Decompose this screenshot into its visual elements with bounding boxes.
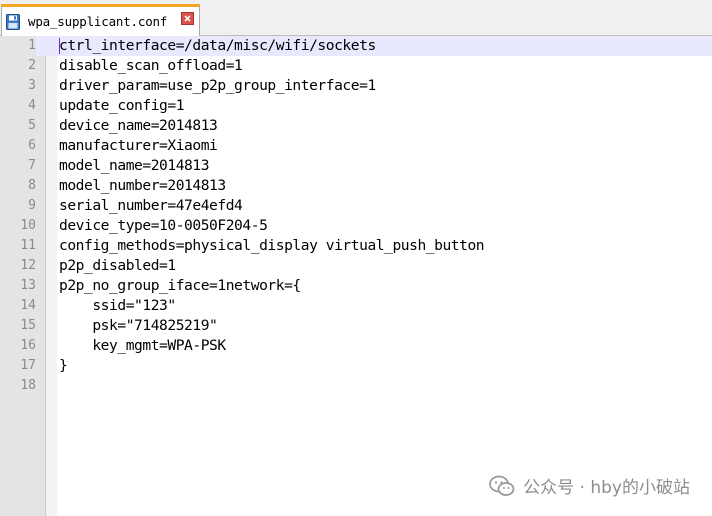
code-line[interactable]: 12 p2p_disabled=1 bbox=[0, 256, 712, 276]
code-line[interactable]: 18 bbox=[0, 376, 712, 396]
line-number: 7 bbox=[28, 158, 36, 173]
line-number: 4 bbox=[28, 98, 36, 113]
code-line[interactable]: 4 update_config=1 bbox=[0, 96, 712, 116]
line-text[interactable]: manufacturer=Xiaomi bbox=[59, 136, 218, 156]
tab-filename: wpa_supplicant.conf bbox=[28, 14, 168, 29]
line-text[interactable]: model_number=2014813 bbox=[59, 176, 226, 196]
text-caret bbox=[59, 38, 60, 54]
code-line[interactable]: 1 ctrl_interface=/data/misc/wifi/sockets bbox=[0, 36, 712, 56]
code-line[interactable]: 5 device_name=2014813 bbox=[0, 116, 712, 136]
code-line[interactable]: 11 config_methods=physical_display virtu… bbox=[0, 236, 712, 256]
save-file-icon bbox=[6, 13, 20, 30]
line-text[interactable]: key_mgmt=WPA-PSK bbox=[59, 336, 226, 356]
line-number: 8 bbox=[28, 178, 36, 193]
line-text[interactable]: ctrl_interface=/data/misc/wifi/sockets bbox=[59, 36, 376, 56]
code-line[interactable]: 13 p2p_no_group_iface=1network={ bbox=[0, 276, 712, 296]
code-line[interactable]: 10 device_type=10-0050F204-5 bbox=[0, 216, 712, 236]
line-text[interactable]: model_name=2014813 bbox=[59, 156, 210, 176]
code-line[interactable]: 17 } bbox=[0, 356, 712, 376]
watermark-text: 公众号 · hby的小破站 bbox=[523, 478, 690, 498]
code-line[interactable]: 7 model_name=2014813 bbox=[0, 156, 712, 176]
line-number: 18 bbox=[20, 378, 36, 393]
tab-wpa-supplicant-conf[interactable]: wpa_supplicant.conf bbox=[1, 4, 200, 36]
line-text[interactable]: config_methods=physical_display virtual_… bbox=[59, 236, 485, 256]
code-line[interactable]: 8 model_number=2014813 bbox=[0, 176, 712, 196]
line-text[interactable]: driver_param=use_p2p_group_interface=1 bbox=[59, 76, 376, 96]
line-number: 2 bbox=[28, 58, 36, 73]
line-number: 1 bbox=[0, 36, 36, 56]
line-number: 14 bbox=[20, 298, 36, 313]
line-number: 16 bbox=[20, 338, 36, 353]
line-text[interactable]: device_name=2014813 bbox=[59, 116, 218, 136]
watermark: 公众号 · hby的小破站 bbox=[489, 473, 690, 498]
close-icon[interactable] bbox=[181, 12, 194, 25]
code-line[interactable]: 2 disable_scan_offload=1 bbox=[0, 56, 712, 76]
wechat-icon bbox=[489, 475, 515, 496]
line-number: 12 bbox=[20, 258, 36, 273]
line-text[interactable]: ssid="123" bbox=[59, 296, 176, 316]
line-text[interactable]: update_config=1 bbox=[59, 96, 184, 116]
line-text[interactable]: p2p_disabled=1 bbox=[59, 256, 176, 276]
line-number: 15 bbox=[20, 318, 36, 333]
line-text[interactable]: p2p_no_group_iface=1network={ bbox=[59, 276, 301, 296]
line-number: 3 bbox=[28, 78, 36, 93]
code-line[interactable]: 3 driver_param=use_p2p_group_interface=1 bbox=[0, 76, 712, 96]
line-number: 6 bbox=[28, 138, 36, 153]
line-number: 13 bbox=[20, 278, 36, 293]
line-number: 17 bbox=[20, 358, 36, 373]
code-line[interactable]: 9 serial_number=47e4efd4 bbox=[0, 196, 712, 216]
line-number: 11 bbox=[20, 238, 36, 253]
line-number: 9 bbox=[28, 198, 36, 213]
tab-bar: wpa_supplicant.conf bbox=[0, 0, 712, 36]
text-editor[interactable]: 1 ctrl_interface=/data/misc/wifi/sockets… bbox=[0, 36, 712, 516]
code-line[interactable]: 14 ssid="123" bbox=[0, 296, 712, 316]
code-line[interactable]: 15 psk="714825219" bbox=[0, 316, 712, 336]
code-line[interactable]: 6 manufacturer=Xiaomi bbox=[0, 136, 712, 156]
line-text[interactable]: } bbox=[59, 356, 68, 376]
line-number: 10 bbox=[20, 218, 36, 233]
code-line[interactable]: 16 key_mgmt=WPA-PSK bbox=[0, 336, 712, 356]
line-text[interactable]: serial_number=47e4efd4 bbox=[59, 196, 243, 216]
line-text[interactable]: disable_scan_offload=1 bbox=[59, 56, 243, 76]
line-text[interactable]: device_type=10-0050F204-5 bbox=[59, 216, 268, 236]
line-number: 5 bbox=[28, 118, 36, 133]
line-text[interactable]: psk="714825219" bbox=[59, 316, 217, 336]
code-lines: 1 ctrl_interface=/data/misc/wifi/sockets… bbox=[0, 36, 712, 396]
